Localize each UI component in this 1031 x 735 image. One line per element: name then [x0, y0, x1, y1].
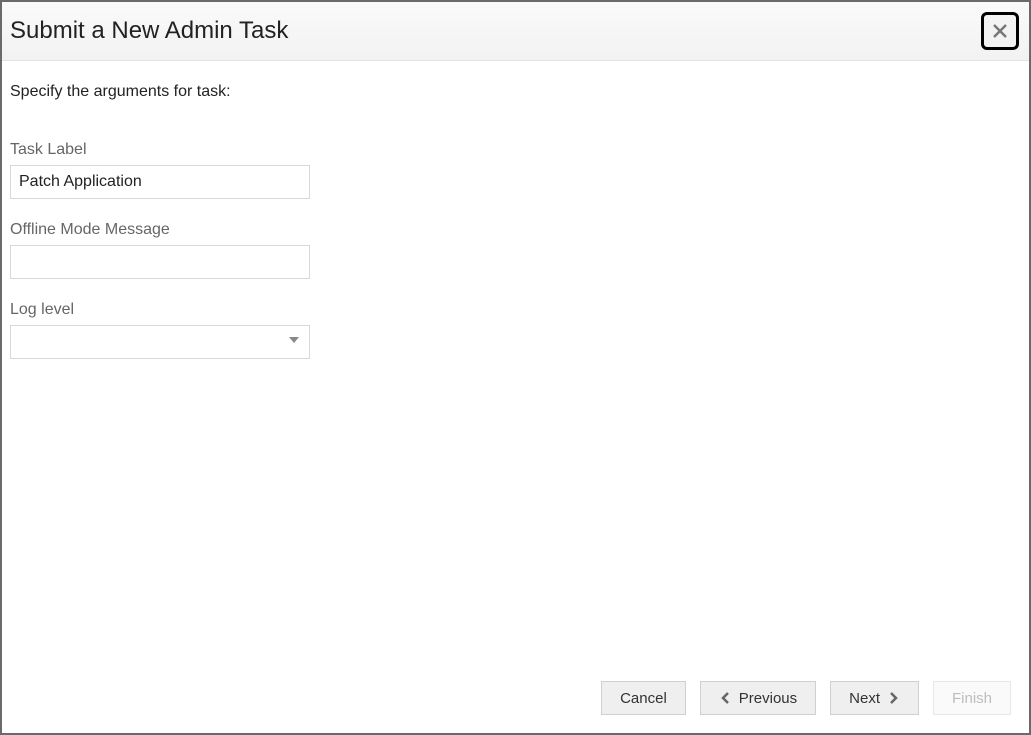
dialog-body: Specify the arguments for task: Task Lab… [2, 61, 1029, 669]
finish-button: Finish [933, 681, 1011, 715]
close-icon [992, 23, 1008, 39]
cancel-button[interactable]: Cancel [601, 681, 686, 715]
dialog-footer: Cancel Previous Next Finish [2, 669, 1029, 733]
dialog-header: Submit a New Admin Task [2, 2, 1029, 61]
finish-button-label: Finish [952, 690, 992, 707]
offline-mode-message-label: Offline Mode Message [10, 221, 1021, 239]
chevron-left-icon [719, 691, 733, 705]
next-button-label: Next [849, 690, 880, 707]
task-label-group: Task Label [10, 141, 1021, 199]
task-label-input[interactable] [10, 165, 310, 199]
cancel-button-label: Cancel [620, 690, 667, 707]
chevron-right-icon [886, 691, 900, 705]
log-level-select[interactable] [10, 325, 310, 359]
next-button[interactable]: Next [830, 681, 919, 715]
offline-mode-message-input[interactable] [10, 245, 310, 279]
log-level-group: Log level [10, 301, 1021, 359]
task-label-label: Task Label [10, 141, 1021, 159]
previous-button[interactable]: Previous [700, 681, 816, 715]
close-button[interactable] [981, 12, 1019, 50]
log-level-label: Log level [10, 301, 1021, 319]
previous-button-label: Previous [739, 690, 797, 707]
dialog-title: Submit a New Admin Task [10, 17, 288, 45]
instruction-text: Specify the arguments for task: [10, 83, 1021, 101]
offline-mode-message-group: Offline Mode Message [10, 221, 1021, 279]
